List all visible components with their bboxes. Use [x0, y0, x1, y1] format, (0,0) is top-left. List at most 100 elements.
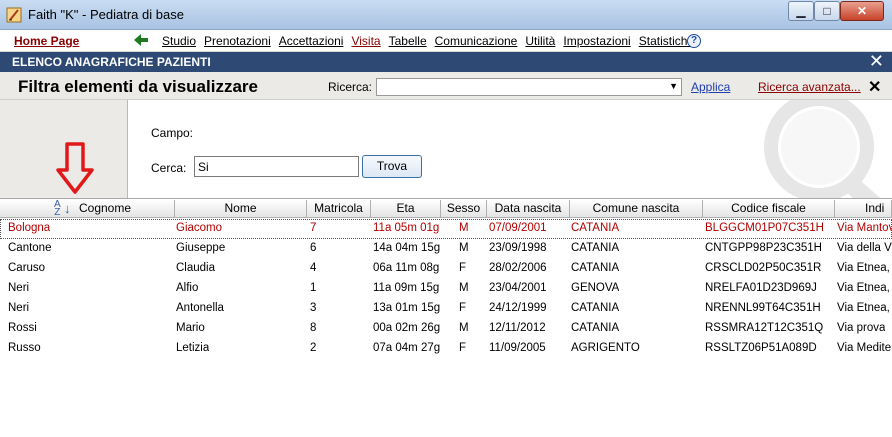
column-header-indirizzo[interactable]: Indi — [835, 200, 892, 218]
minimize-button[interactable]: ▁ — [788, 1, 814, 21]
cell-eta: 13a 01m 15g — [373, 302, 441, 314]
menu-comunicazione[interactable]: Comunicazione — [435, 34, 518, 48]
cell-sesso: F — [459, 342, 467, 354]
cell-comune-nascita: AGRIGENTO — [571, 342, 640, 354]
cell-comune-nascita: CATANIA — [571, 322, 620, 334]
cell-data-nascita: 07/09/2001 — [489, 222, 547, 234]
menu-bar: Home Page Studio Prenotazioni Accettazio… — [0, 30, 892, 52]
table-row[interactable]: Neri Antonella 3 13a 01m 15g F 24/12/1999 CATA… — [0, 299, 892, 319]
table-row[interactable]: Cantone Giuseppe 6 14a 04m 15g M 23/09/1998 CA… — [0, 239, 892, 259]
cell-comune-nascita: CATANIA — [571, 302, 620, 314]
cell-comune-nascita: CATANIA — [571, 242, 620, 254]
cell-sesso: M — [459, 242, 469, 254]
table-row[interactable]: Neri Alfio 1 11a 09m 15g M 23/04/2001 GENOVA NR… — [0, 279, 892, 299]
sort-ascending-icon[interactable]: AZ — [54, 200, 61, 217]
magnifier-watermark-icon — [764, 100, 881, 198]
cell-data-nascita: 11/09/2005 — [489, 342, 546, 354]
cell-nome: Letizia — [176, 342, 210, 354]
cell-eta: 06a 11m 08g — [373, 262, 440, 274]
column-header-cognome[interactable]: AZ ↓ Cognome — [0, 200, 175, 218]
close-window-button[interactable]: ✕ — [840, 1, 884, 21]
cell-codice-fiscale: RSSLTZ06P51A089D — [705, 342, 817, 354]
menu-accettazioni[interactable]: Accettazioni — [279, 34, 344, 48]
cell-nome: Giuseppe — [176, 242, 226, 254]
table-header: AZ ↓ Cognome Nome Matricola Eta Sesso Da… — [0, 200, 892, 218]
cell-matricola: 3 — [310, 302, 317, 314]
cell-indirizzo: Via della V — [837, 242, 892, 254]
section-close-icon[interactable]: ✕ — [869, 52, 884, 70]
red-down-arrow-icon — [56, 142, 94, 194]
cell-cognome: Bologna — [8, 222, 51, 234]
cell-data-nascita: 28/02/2006 — [489, 262, 547, 274]
cell-eta: 00a 02m 26g — [373, 322, 441, 334]
cell-indirizzo: Via prova — [837, 322, 886, 334]
cell-codice-fiscale: NRELFA01D23D969J — [705, 282, 817, 294]
filter-close-icon[interactable]: ✕ — [868, 77, 881, 97]
filter-heading: Filtra elementi da visualizzare — [18, 77, 258, 96]
cell-nome: Alfio — [176, 282, 199, 294]
sort-arrow-icon: ↓ — [64, 201, 71, 216]
help-icon[interactable]: ? — [687, 34, 701, 48]
menu-utilita[interactable]: Utilità — [525, 34, 555, 48]
cell-indirizzo: Via Etnea, — [837, 302, 890, 314]
cell-eta: 07a 04m 27g — [373, 342, 441, 354]
menu-prenotazioni[interactable]: Prenotazioni — [204, 34, 271, 48]
cell-nome: Giacomo — [176, 222, 223, 234]
cell-sesso: F — [459, 302, 467, 314]
column-header-comune-nascita[interactable]: Comune nascita — [570, 200, 703, 218]
menu-statistiche[interactable]: Statistiche — [639, 34, 694, 48]
cell-codice-fiscale: RSSMRA12T12C351Q — [705, 322, 824, 334]
column-header-matricola[interactable]: Matricola — [307, 200, 371, 218]
section-header: ELENCO ANAGRAFICHE PAZIENTI ✕ — [0, 52, 892, 72]
column-header-nome[interactable]: Nome — [175, 200, 307, 218]
cell-eta: 14a 04m 15g — [373, 242, 441, 254]
campo-label: Campo: — [151, 126, 194, 140]
window-title: Faith "K" - Pediatra di base — [28, 7, 184, 22]
column-header-codice-fiscale[interactable]: Codice fiscale — [703, 200, 835, 218]
cell-sesso: F — [459, 262, 467, 274]
menu-impostazioni[interactable]: Impostazioni — [563, 34, 630, 48]
trova-button[interactable]: Trova — [362, 155, 422, 178]
ricerca-avanzata-link[interactable]: Ricerca avanzata... — [758, 80, 861, 94]
table-row[interactable]: Caruso Claudia 4 06a 11m 08g F 28/02/2006 CATA… — [0, 259, 892, 279]
cell-cognome: Neri — [8, 282, 30, 294]
cell-indirizzo: Via Medite — [837, 342, 892, 354]
table-row[interactable]: Russo Letizia 2 07a 04m 27g F 11/09/2005 AGRIG… — [0, 339, 892, 359]
back-arrow-icon[interactable] — [134, 34, 148, 46]
cell-comune-nascita: GENOVA — [571, 282, 620, 294]
cell-sesso: M — [459, 322, 469, 334]
cell-cognome: Neri — [8, 302, 30, 314]
patients-table: AZ ↓ Cognome Nome Matricola Eta Sesso Da… — [0, 198, 892, 437]
menu-studio[interactable]: Studio — [162, 34, 196, 48]
dropdown-arrow-icon[interactable]: ▼ — [669, 81, 678, 91]
menu-tabelle[interactable]: Tabelle — [389, 34, 427, 48]
column-header-sesso[interactable]: Sesso — [441, 200, 487, 218]
cell-matricola: 2 — [310, 342, 317, 354]
cell-data-nascita: 23/09/1998 — [489, 242, 547, 254]
cell-comune-nascita: CATANIA — [571, 262, 620, 274]
cell-eta: 11a 05m 01g — [373, 222, 440, 234]
cell-comune-nascita: CATANIA — [571, 222, 620, 234]
ricerca-dropdown[interactable]: ▼ — [376, 78, 682, 96]
main-menu: Studio Prenotazioni Accettazioni Visita … — [162, 34, 702, 48]
app-icon — [6, 7, 22, 23]
cerca-input[interactable] — [194, 156, 359, 177]
cell-codice-fiscale: CNTGPP98P23C351H — [705, 242, 822, 254]
column-header-data-nascita[interactable]: Data nascita — [487, 200, 570, 218]
cell-matricola: 8 — [310, 322, 317, 334]
home-page-link[interactable]: Home Page — [14, 34, 79, 48]
maximize-button[interactable]: □ — [814, 1, 840, 21]
search-panel: Campo: Cerca: Trova — [128, 100, 892, 198]
cell-data-nascita: 12/11/2012 — [489, 322, 546, 334]
column-header-eta[interactable]: Eta — [371, 200, 441, 218]
menu-visita[interactable]: Visita — [351, 34, 380, 48]
cell-codice-fiscale: CRSCLD02P50C351R — [705, 262, 822, 274]
cell-indirizzo: Via Mantov — [837, 222, 892, 234]
cell-codice-fiscale: NRENNL99T64C351H — [705, 302, 821, 314]
applica-link[interactable]: Applica — [691, 80, 730, 94]
table-row[interactable]: Bologna Giacomo 7 11a 05m 01g M 07/09/2001 CAT… — [0, 219, 892, 239]
table-row[interactable]: Rossi Mario 8 00a 02m 26g M 12/11/2012 CATANIA… — [0, 319, 892, 339]
cell-nome: Claudia — [176, 262, 215, 274]
cell-cognome: Cantone — [8, 242, 52, 254]
title-bar: Faith "K" - Pediatra di base ▁ □ ✕ — [0, 0, 892, 30]
